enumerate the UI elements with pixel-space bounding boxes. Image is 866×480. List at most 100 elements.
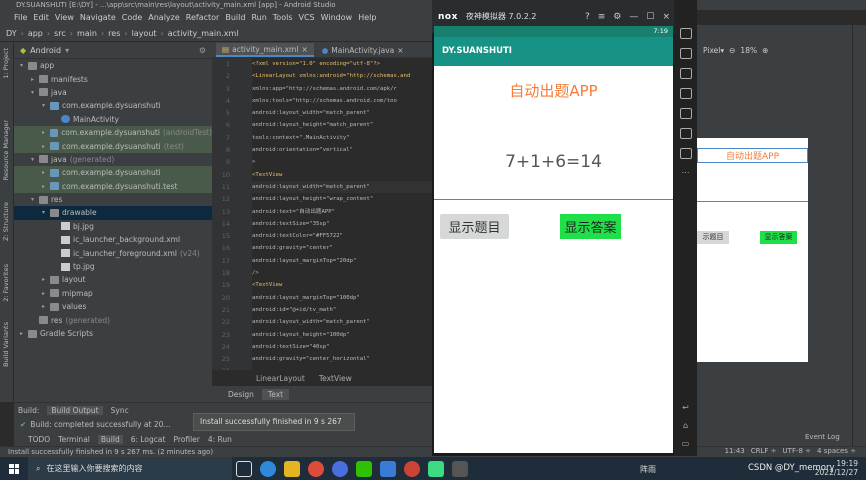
tab-build[interactable]: Build xyxy=(97,434,123,444)
help-icon[interactable]: ? xyxy=(585,12,590,22)
preview-question-button[interactable]: 示题目 xyxy=(697,231,729,244)
expand-arrow-icon[interactable]: ▾ xyxy=(20,62,28,69)
menu-run[interactable]: Run xyxy=(251,13,266,22)
tab-text[interactable]: Text xyxy=(261,388,290,400)
tool-tab-favorites[interactable]: 2: Favorites xyxy=(2,264,10,302)
close-icon[interactable]: × xyxy=(397,46,403,55)
tree-item[interactable]: MainActivity xyxy=(14,113,212,126)
close-icon[interactable]: × xyxy=(301,45,307,54)
expand-arrow-icon[interactable]: ▸ xyxy=(42,290,50,297)
tree-item[interactable]: ▸ com.example.dysuanshuti xyxy=(14,166,212,180)
project-view-selector[interactable]: Android xyxy=(30,46,61,55)
expand-arrow-icon[interactable]: ▾ xyxy=(31,196,39,203)
expand-arrow-icon[interactable]: ▸ xyxy=(42,276,50,283)
app-k-icon[interactable] xyxy=(332,460,348,477)
menu-window[interactable]: Window xyxy=(321,13,353,22)
breadcrumb-item[interactable]: app xyxy=(28,29,43,38)
menu-analyze[interactable]: Analyze xyxy=(148,13,180,22)
menu-icon[interactable]: ≡ xyxy=(598,12,606,22)
breadcrumb-item[interactable]: activity_main.xml xyxy=(168,29,239,38)
tree-item[interactable]: ▸ manifests xyxy=(14,72,212,85)
edge-browser-icon[interactable] xyxy=(260,460,276,477)
device-selector[interactable]: Pixel▾ xyxy=(703,46,724,55)
breadcrumb-item[interactable]: src xyxy=(54,29,66,38)
breadcrumb-item[interactable]: res xyxy=(108,29,120,38)
explorer-icon[interactable] xyxy=(284,460,300,477)
tree-item[interactable]: res (generated) xyxy=(14,313,212,326)
scissors-icon[interactable] xyxy=(679,148,692,159)
tree-item[interactable]: ic_launcher_foreground.xml (v24) xyxy=(14,246,212,259)
tab-build-output[interactable]: Build Output xyxy=(47,405,103,415)
app-icon[interactable] xyxy=(404,460,420,477)
event-log-button[interactable]: Event Log xyxy=(805,433,840,441)
zoom-out-icon[interactable]: ⊖ xyxy=(729,46,735,55)
tree-item[interactable]: ▾ res xyxy=(14,193,212,206)
menu-refactor[interactable]: Refactor xyxy=(186,13,220,22)
show-question-button[interactable]: 显示题目 xyxy=(440,214,509,239)
breadcrumb-item[interactable]: main xyxy=(77,29,97,38)
store-icon[interactable] xyxy=(380,460,396,477)
tree-item[interactable]: ic_launcher_background.xml xyxy=(14,233,212,246)
wechat-icon[interactable] xyxy=(356,460,372,477)
tab-todo[interactable]: TODO xyxy=(28,435,50,444)
tree-item[interactable]: ▾ drawable xyxy=(14,206,212,220)
menu-tools[interactable]: Tools xyxy=(273,13,293,22)
tree-item[interactable]: ▸ values xyxy=(14,300,212,313)
menu-vcs[interactable]: VCS xyxy=(299,13,315,22)
tab-design[interactable]: Design xyxy=(222,389,260,400)
tree-item[interactable]: ▾ app xyxy=(14,59,212,72)
close-icon[interactable]: × xyxy=(662,12,674,22)
tab-main-activity[interactable]: ● MainActivity.java × xyxy=(316,43,410,57)
tab-run[interactable]: 4: Run xyxy=(208,435,232,444)
tool-tab-build-variants[interactable]: Build Variants xyxy=(2,322,10,367)
back-icon[interactable]: ↩ xyxy=(682,403,689,412)
screen-icon[interactable] xyxy=(679,88,692,99)
breadcrumb-item[interactable]: DY xyxy=(6,29,17,38)
add-apk-icon[interactable] xyxy=(679,108,692,119)
chrome-icon[interactable] xyxy=(308,460,324,477)
expand-arrow-icon[interactable]: ▾ xyxy=(31,89,39,96)
line-separator[interactable]: CRLF ÷ xyxy=(751,446,777,457)
tool-tab-resource-manager[interactable]: Resource Manager xyxy=(2,120,10,180)
tree-item[interactable]: ▸ com.example.dysuanshuti.test xyxy=(14,179,212,193)
menu-edit[interactable]: Edit xyxy=(33,13,49,22)
preview-answer-button[interactable]: 显示答案 xyxy=(760,231,797,244)
preview-title-text[interactable]: 自动出题APP xyxy=(697,148,808,163)
tool-tab-project[interactable]: 1: Project xyxy=(2,48,10,79)
expand-arrow-icon[interactable]: ▸ xyxy=(42,303,50,310)
tree-item[interactable]: ▾ java (generated) xyxy=(14,153,212,166)
expand-arrow-icon[interactable]: ▸ xyxy=(42,143,50,150)
tree-item[interactable]: ▾ com.example.dysuanshuti xyxy=(14,99,212,112)
tree-item[interactable]: bj.jpg xyxy=(14,220,212,233)
tree-item[interactable]: ▸ mipmap xyxy=(14,287,212,300)
taskbar-search-box[interactable]: ⌕ 在这里输入你要搜索的内容 xyxy=(28,457,232,480)
menu-view[interactable]: View xyxy=(55,13,74,22)
volume-up-icon[interactable] xyxy=(679,48,692,59)
expand-arrow-icon[interactable]: ▾ xyxy=(42,102,50,109)
expand-arrow-icon[interactable]: ▾ xyxy=(42,209,50,216)
recent-apps-icon[interactable]: ▭ xyxy=(682,439,690,448)
indent-setting[interactable]: 4 spaces ÷ xyxy=(817,446,856,457)
tree-item[interactable]: ▸ layout xyxy=(14,273,212,286)
tree-item[interactable]: ▸ com.example.dysuanshuti (test) xyxy=(14,139,212,153)
task-view-icon[interactable] xyxy=(236,460,252,477)
tab-activity-main[interactable]: ▤ activity_main.xml × xyxy=(216,43,314,57)
weather-text[interactable]: 阵雨 xyxy=(640,464,656,475)
keyboard-icon[interactable] xyxy=(679,28,692,39)
tree-item[interactable]: ▸ com.example.dysuanshuti (androidTest) xyxy=(14,125,212,140)
menu-build[interactable]: Build xyxy=(225,13,245,22)
expand-arrow-icon[interactable]: ▾ xyxy=(31,156,39,163)
more-icon[interactable]: ⋯ xyxy=(682,168,690,177)
expand-arrow-icon[interactable]: ▸ xyxy=(42,183,50,190)
editor-breadcrumb-item[interactable]: LinearLayout xyxy=(256,374,305,383)
menu-file[interactable]: File xyxy=(14,13,27,22)
settings-icon[interactable]: ⚙ xyxy=(613,12,621,22)
menu-help[interactable]: Help xyxy=(358,13,376,22)
menu-code[interactable]: Code xyxy=(122,13,142,22)
chevron-down-icon[interactable]: ▾ xyxy=(65,46,69,55)
file-encoding[interactable]: UTF-8 ÷ xyxy=(783,446,812,457)
tab-sync[interactable]: Sync xyxy=(111,406,129,415)
android-studio-icon[interactable] xyxy=(428,460,444,477)
maximize-icon[interactable]: ☐ xyxy=(646,12,654,22)
editor-breadcrumb-item[interactable]: TextView xyxy=(319,374,352,383)
